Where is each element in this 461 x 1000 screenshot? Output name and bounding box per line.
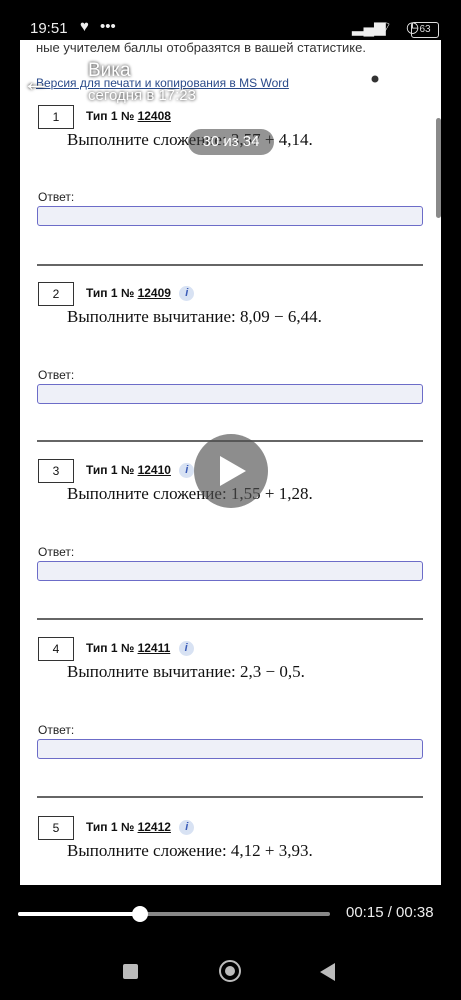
task-question: Выполните сложение: 4,12 + 3,93. [67,841,313,860]
task-type: Тип 1 № [86,109,135,123]
more-notifications-icon: ••• [100,18,116,35]
task-id-link[interactable]: 12411 [138,641,171,655]
info-icon[interactable]: i [179,286,195,302]
media-counter: 30 из 34 [188,129,274,155]
task-number: 1 [38,105,74,129]
task-type: Тип 1 № [86,286,135,300]
task-number: 2 [38,282,74,306]
document-scrollbar[interactable] [436,118,441,218]
task-meta: Тип 1 № 12408 [86,109,171,123]
battery-icon: 63 [411,22,439,38]
answer-input[interactable] [37,561,423,581]
answer-input[interactable] [37,739,423,759]
home-button[interactable] [219,960,241,982]
back-arrow-icon[interactable]: ← [22,66,50,98]
video-progress-bar[interactable] [18,906,330,922]
info-icon[interactable]: i [179,463,195,479]
wifi-icon: ⌔ [378,19,393,36]
recent-apps-button[interactable] [123,964,138,979]
task-divider [37,796,423,798]
task-divider [37,264,423,266]
play-button[interactable] [194,434,268,508]
statistics-note: ные учителем баллы отобразятся в вашей с… [36,40,366,55]
task-question: Выполните вычитание: 8,09 − 6,44. [67,307,322,326]
answer-input[interactable] [37,384,423,404]
answer-label: Ответ: [38,190,75,204]
sent-time: сегодня в 17:23 [88,87,196,104]
sender-name: Вика [88,60,131,81]
task-meta: Тип 1 № 12409 i [86,286,195,302]
task-type: Тип 1 № [86,820,135,834]
task-question: Выполните вычитание: 2,3 − 0,5. [67,662,305,681]
task-number: 4 [38,637,74,661]
task-number: 5 [38,816,74,840]
status-time: 19:51 [30,20,68,37]
video-progress-fill [18,912,140,916]
task-id-link[interactable]: 12409 [138,286,171,300]
more-vertical-icon[interactable] [428,68,436,97]
task-divider [37,618,423,620]
heart-icon: ♥ [80,18,89,35]
task-meta: Тип 1 № 12412 i [86,820,195,836]
task-number: 3 [38,459,74,483]
task-meta: Тип 1 № 12410 i [86,463,195,479]
task-id-link[interactable]: 12408 [138,109,171,123]
share-icon[interactable] [304,68,330,97]
video-timecode: 00:15 / 00:38 [346,904,434,921]
answer-input[interactable] [37,206,423,226]
task-id-link[interactable]: 12412 [138,820,171,834]
video-scrubber-handle[interactable] [131,906,148,922]
task-meta: Тип 1 № 12411 i [86,641,194,657]
task-type: Тип 1 № [86,463,135,477]
answer-label: Ответ: [38,723,75,737]
answer-label: Ответ: [38,545,75,559]
info-icon[interactable]: i [179,820,195,836]
task-id-link[interactable]: 12410 [138,463,171,477]
play-icon [220,456,246,486]
nav-back-button[interactable] [320,963,335,981]
gear-icon[interactable] [362,66,388,97]
status-bar: 19:51 ♥ ••• ▂▄▆ ⌔ ◷ 63 [0,0,461,40]
task-question: Выполните сложение: 1,55 + 1,28. [67,484,313,503]
answer-label: Ответ: [38,368,75,382]
info-icon[interactable]: i [178,641,194,657]
task-type: Тип 1 № [86,641,135,655]
